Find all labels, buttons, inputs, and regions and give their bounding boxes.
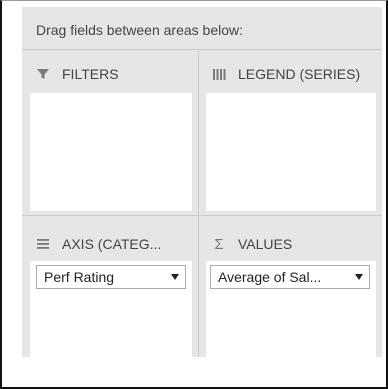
values-label: VALUES bbox=[238, 236, 293, 252]
dropdown-arrow-icon[interactable] bbox=[355, 274, 363, 280]
filter-icon bbox=[34, 67, 52, 81]
values-field-label: Average of Sal... bbox=[218, 269, 322, 285]
divider bbox=[22, 215, 382, 216]
axis-label: AXIS (CATEG... bbox=[62, 236, 162, 252]
filters-area-header: FILTERS bbox=[34, 64, 119, 84]
columns-icon bbox=[210, 67, 228, 81]
legend-drop-zone[interactable] bbox=[206, 93, 376, 211]
axis-field-label: Perf Rating bbox=[44, 269, 115, 285]
rows-icon bbox=[34, 237, 52, 251]
legend-area-header: LEGEND (SERIES) bbox=[210, 64, 360, 84]
pivot-areas-panel: Drag fields between areas below: FILTERS bbox=[22, 7, 382, 357]
legend-label: LEGEND (SERIES) bbox=[238, 66, 361, 82]
dropdown-arrow-icon[interactable] bbox=[171, 274, 179, 280]
values-area-header: Σ VALUES bbox=[210, 234, 292, 254]
field-list-frame: Drag fields between areas below: FILTERS bbox=[0, 0, 388, 389]
axis-area-header: AXIS (CATEG... bbox=[34, 234, 161, 254]
axis-drop-zone[interactable]: Perf Rating bbox=[30, 261, 192, 357]
sigma-icon: Σ bbox=[214, 235, 224, 253]
divider bbox=[198, 50, 199, 357]
filters-label: FILTERS bbox=[62, 66, 119, 82]
values-drop-zone[interactable]: Average of Sal... bbox=[206, 261, 376, 357]
filters-drop-zone[interactable] bbox=[30, 93, 192, 211]
axis-field-pill[interactable]: Perf Rating bbox=[36, 265, 186, 289]
drag-instruction: Drag fields between areas below: bbox=[36, 22, 244, 38]
divider bbox=[22, 49, 382, 50]
values-field-pill[interactable]: Average of Sal... bbox=[210, 265, 370, 289]
